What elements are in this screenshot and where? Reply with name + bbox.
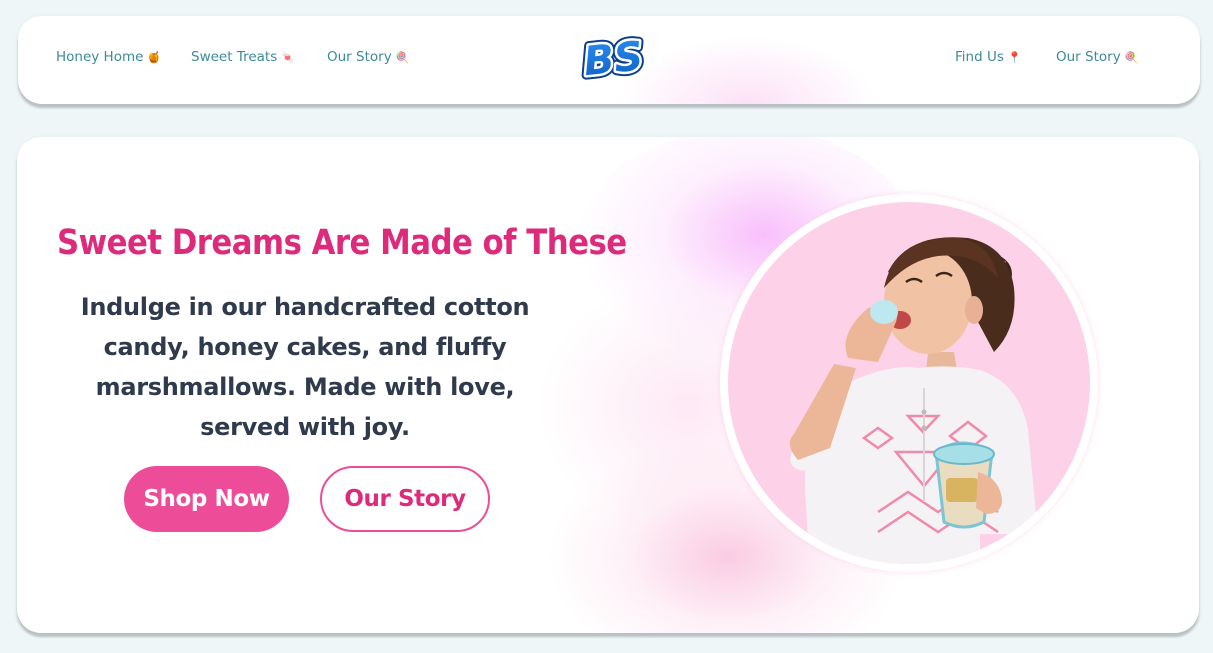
- brand-logo[interactable]: BS BS BS: [577, 29, 652, 94]
- hero-photo: [728, 202, 1090, 564]
- nav-background-glow: [618, 36, 878, 104]
- nav-link-label: Our Story: [1056, 49, 1121, 65]
- nav-link-label: Our Story: [327, 49, 392, 65]
- nav-link-honey-home[interactable]: Honey Home 🍯: [56, 49, 161, 65]
- logo-text: BS: [581, 33, 645, 85]
- our-story-button[interactable]: Our Story: [320, 466, 490, 532]
- lollipop-icon: 🍭: [1124, 50, 1139, 64]
- nav-link-sweet-treats[interactable]: Sweet Treats 🍬: [191, 49, 295, 65]
- lollipop-icon: 🍭: [395, 50, 410, 64]
- nav-link-our-story-right[interactable]: Our Story 🍭: [1056, 49, 1138, 65]
- hero-section: Sweet Dreams Are Made of These Indulge i…: [17, 137, 1199, 633]
- nav-link-label: Sweet Treats: [191, 49, 278, 65]
- nav-link-find-us[interactable]: Find Us 📍: [955, 49, 1022, 65]
- bs-logo-icon: BS BS BS: [577, 29, 650, 90]
- girl-eating-candy-illustration: [789, 237, 1038, 564]
- hero-title: Sweet Dreams Are Made of These: [57, 223, 627, 263]
- shop-now-button[interactable]: Shop Now: [124, 466, 289, 532]
- nav-link-label: Honey Home: [56, 49, 144, 65]
- hero-description: Indulge in our handcrafted cotton candy,…: [80, 293, 530, 441]
- top-nav-bar: Honey Home 🍯 Sweet Treats 🍬 Our Story 🍭 …: [18, 16, 1200, 104]
- nav-link-our-story[interactable]: Our Story 🍭: [327, 49, 409, 65]
- honey-pot-icon: 🍯: [147, 50, 162, 64]
- map-pin-icon: 📍: [1007, 50, 1022, 64]
- hero-photo-frame: [720, 194, 1098, 572]
- nav-link-label: Find Us: [955, 49, 1004, 65]
- candy-icon: 🍬: [281, 50, 295, 64]
